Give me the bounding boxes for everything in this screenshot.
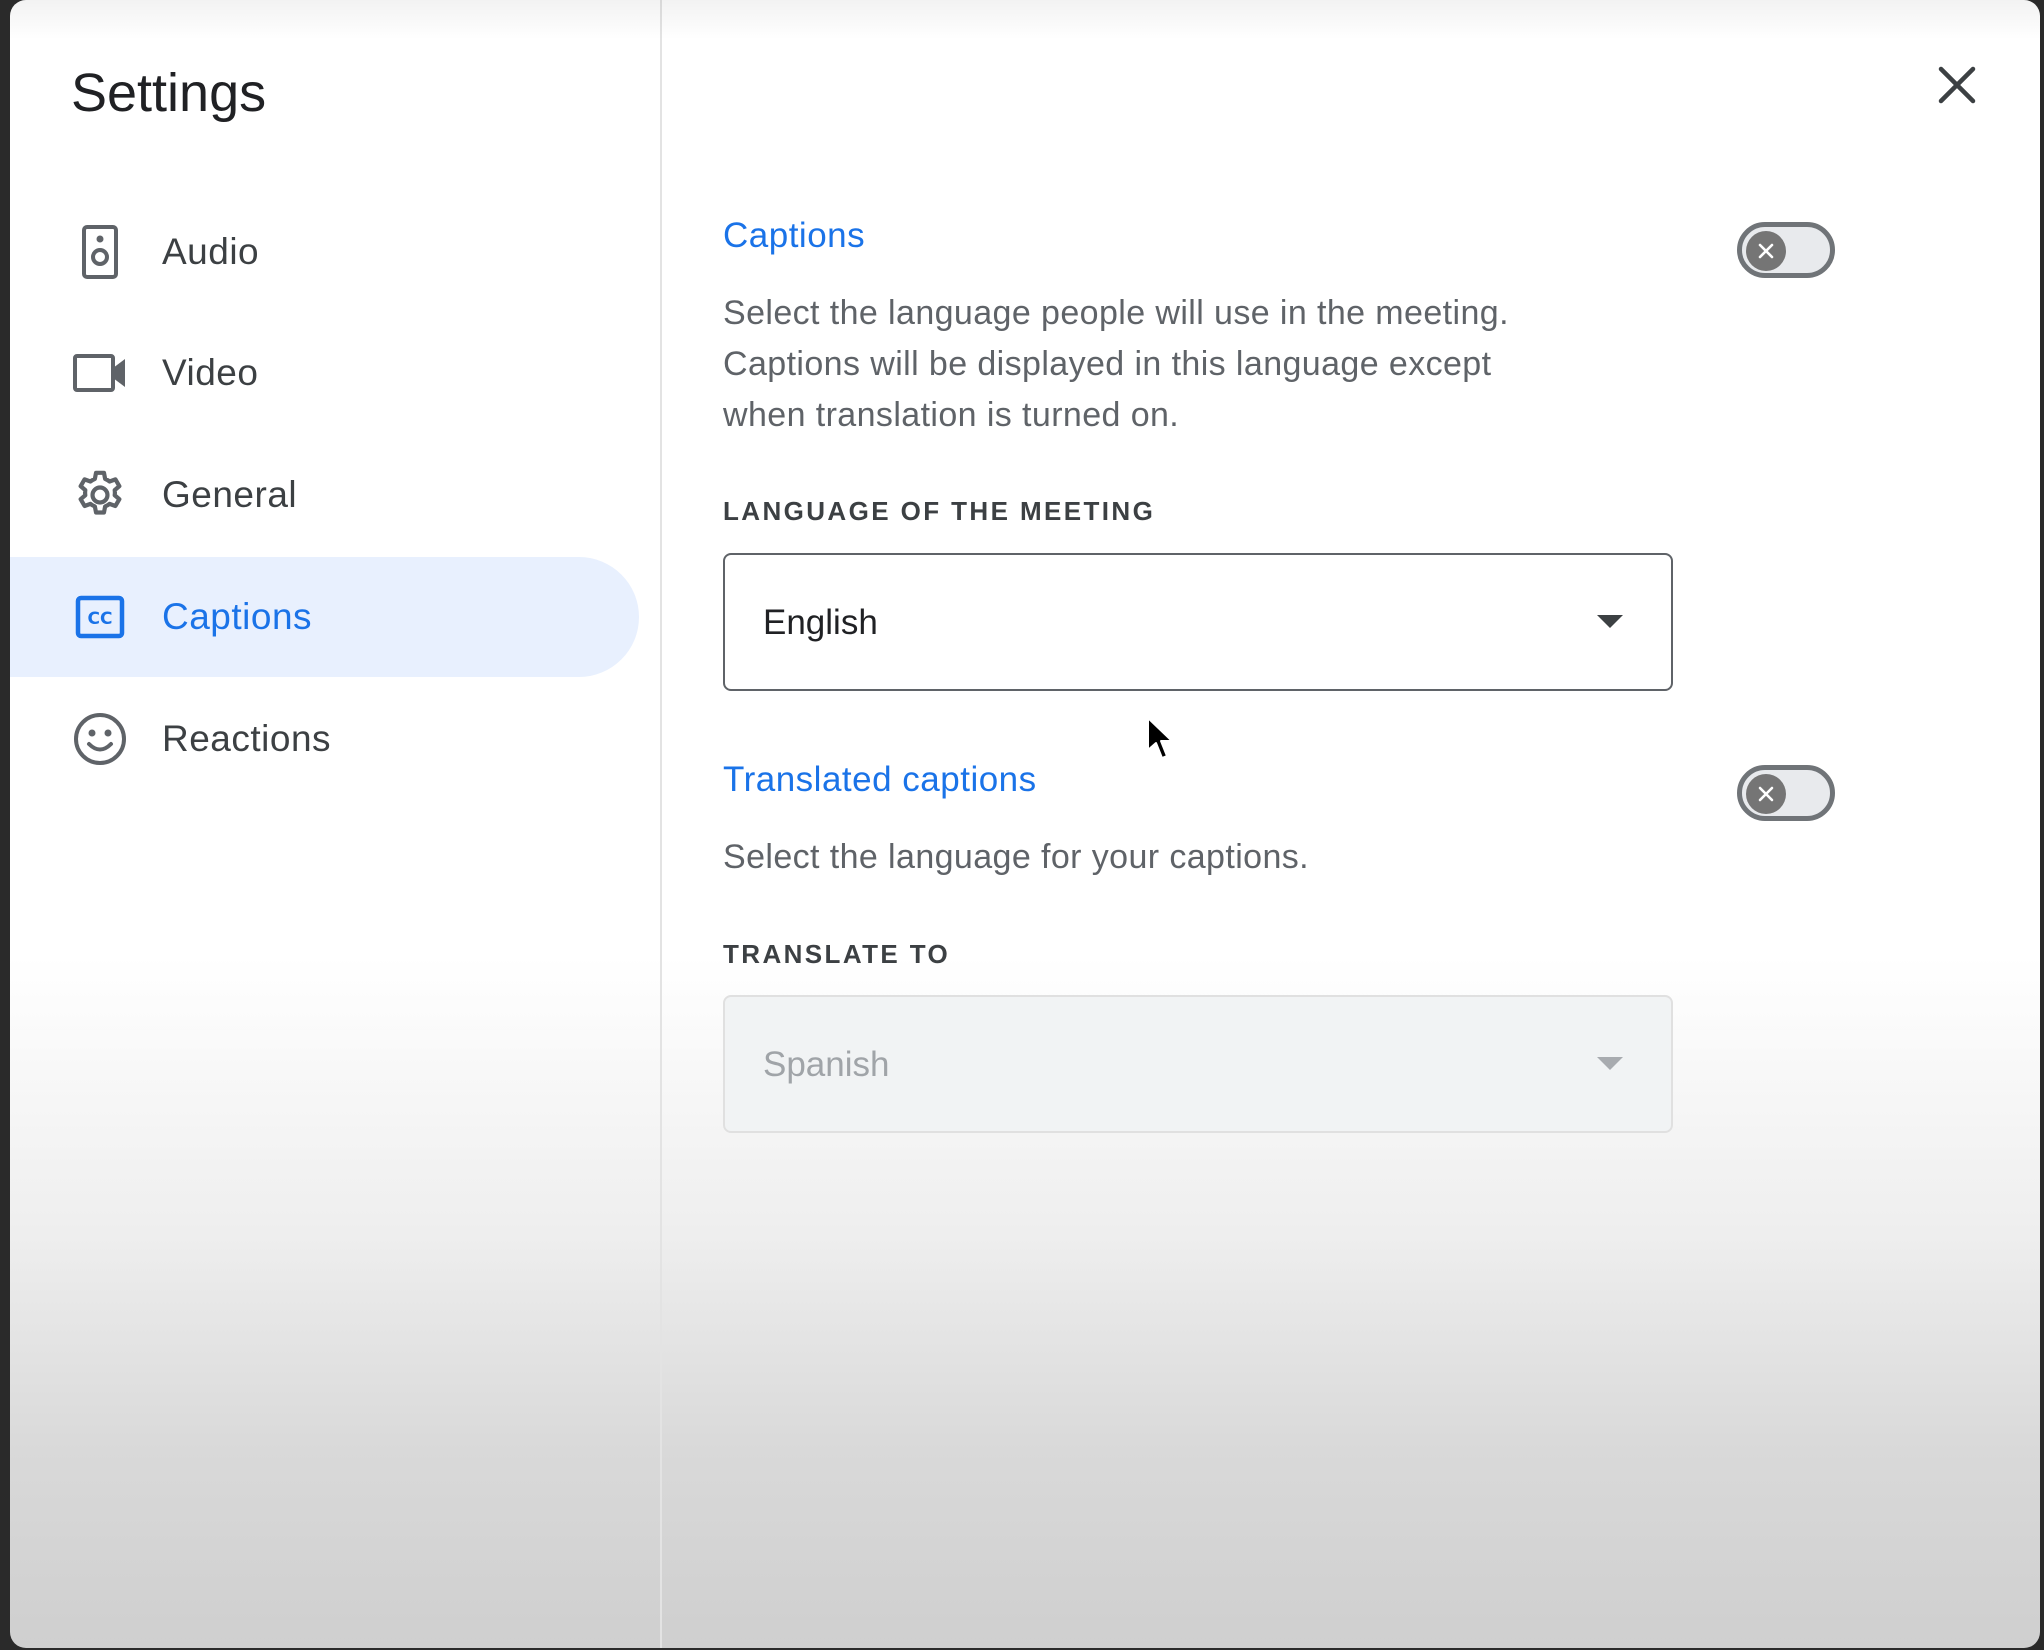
translated-captions-toggle[interactable] xyxy=(1737,765,1835,821)
toggle-knob xyxy=(1746,231,1786,271)
sidebar-item-label: Captions xyxy=(162,596,313,637)
smiley-icon xyxy=(72,711,128,767)
mouse-cursor-icon xyxy=(1147,717,1173,759)
translate-to-value: Spanish xyxy=(763,1045,890,1084)
speaker-icon xyxy=(72,224,128,280)
sidebar-item-label: General xyxy=(162,474,298,515)
settings-dialog: Settings Audio Video General CC Captions… xyxy=(10,0,2040,1648)
close-icon xyxy=(1758,786,1774,802)
sidebar-item-label: Audio xyxy=(162,231,260,272)
translate-to-label: TRANSLATE TO xyxy=(723,939,951,969)
gear-icon xyxy=(72,467,128,523)
close-button[interactable] xyxy=(1927,55,1987,115)
toggle-knob xyxy=(1746,774,1786,814)
settings-sidebar: Settings Audio Video General CC Captions… xyxy=(10,0,662,1648)
closed-caption-icon: CC xyxy=(72,589,128,645)
sidebar-item-label: Video xyxy=(162,352,259,393)
captions-description: Select the language people will use in t… xyxy=(723,294,1509,434)
sidebar-item-reactions[interactable]: Reactions xyxy=(10,679,639,799)
captions-heading: Captions xyxy=(723,216,866,255)
sidebar-item-captions[interactable]: CC Captions xyxy=(10,557,639,677)
dropdown-arrow-icon xyxy=(1597,1057,1623,1070)
close-icon xyxy=(1758,243,1774,259)
translated-captions-description: Select the language for your captions. xyxy=(723,838,1310,876)
meeting-language-select[interactable]: English xyxy=(723,553,1673,691)
meeting-language-value: English xyxy=(763,603,878,642)
sidebar-item-label: Reactions xyxy=(162,718,332,759)
settings-content: Captions Select the language people will… xyxy=(662,0,2040,1648)
videocam-icon xyxy=(72,345,128,401)
settings-title: Settings xyxy=(71,63,267,123)
close-icon xyxy=(1938,66,1976,104)
meeting-language-label: LANGUAGE OF THE MEETING xyxy=(723,496,1156,526)
captions-toggle[interactable] xyxy=(1737,222,1835,278)
dropdown-arrow-icon xyxy=(1597,615,1623,628)
svg-text:CC: CC xyxy=(88,609,113,629)
sidebar-item-video[interactable]: Video xyxy=(10,313,639,433)
translate-to-select[interactable]: Spanish xyxy=(723,995,1673,1133)
sidebar-item-audio[interactable]: Audio xyxy=(10,192,639,312)
translated-captions-heading: Translated captions xyxy=(723,760,1037,799)
sidebar-item-general[interactable]: General xyxy=(10,435,639,555)
